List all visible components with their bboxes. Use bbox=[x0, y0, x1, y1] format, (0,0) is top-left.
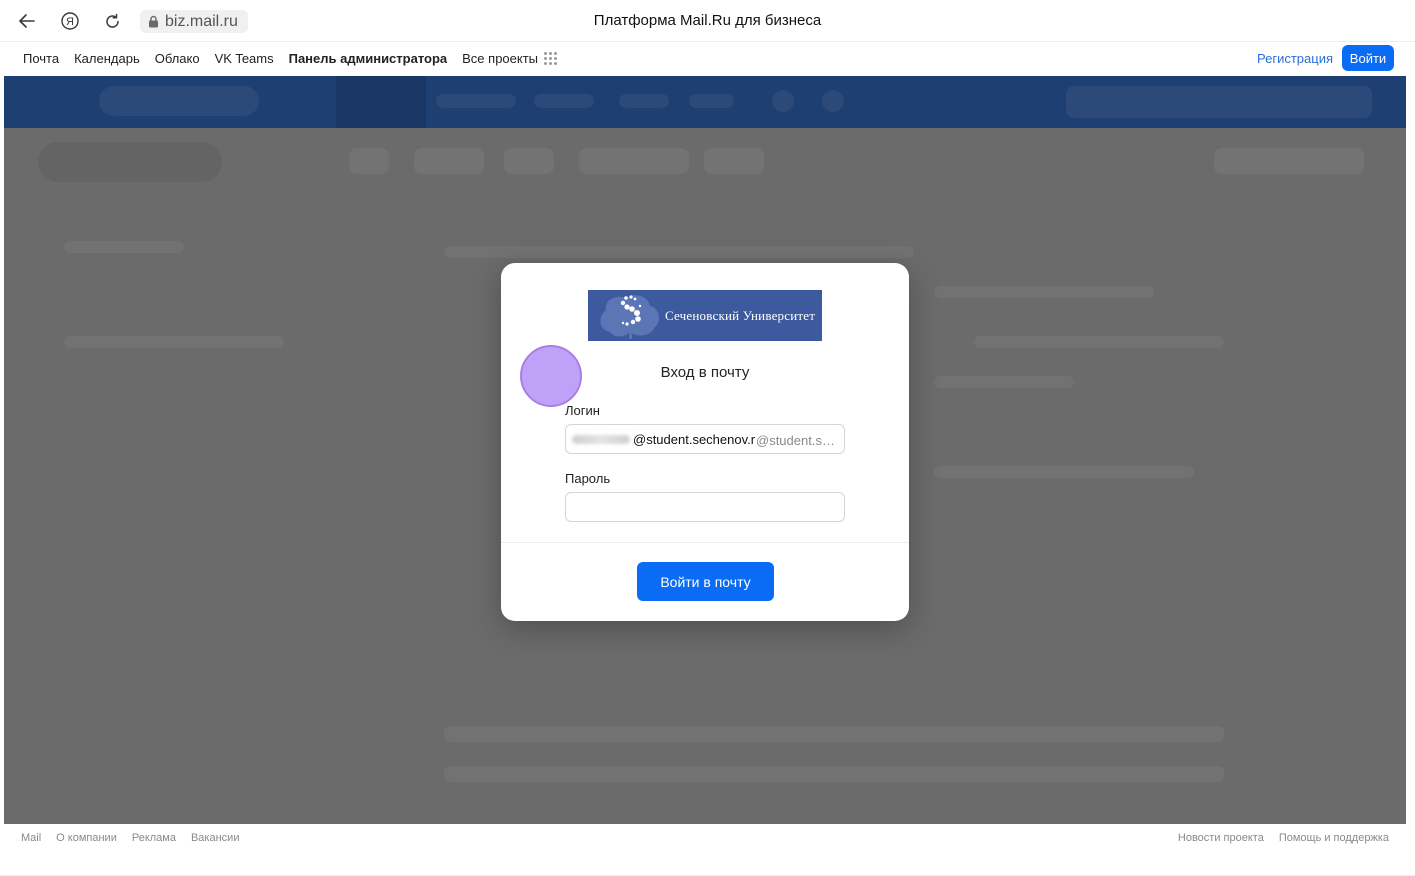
blurred-username bbox=[572, 435, 630, 444]
password-input[interactable] bbox=[565, 492, 845, 522]
password-label: Пароль bbox=[565, 471, 611, 486]
menu-item-mail[interactable]: Почта bbox=[23, 51, 59, 66]
blurred-toolbar-right bbox=[1214, 148, 1364, 174]
footer-link-news[interactable]: Новости проекта bbox=[1178, 832, 1264, 844]
blurred-icon bbox=[822, 90, 844, 112]
blurred-tab bbox=[689, 94, 734, 108]
blurred-list-line bbox=[934, 286, 1154, 298]
register-link[interactable]: Регистрация bbox=[1257, 51, 1333, 66]
footer-link-mail[interactable]: Mail bbox=[21, 832, 41, 844]
menu-item-all-projects[interactable]: Все проекты bbox=[462, 51, 558, 66]
login-input[interactable]: @student.sechenov.r @student.sechenov.ru bbox=[565, 424, 845, 454]
browser-toolbar: Я biz.mail.ru Платформа Mail.Ru для бизн… bbox=[0, 0, 1415, 42]
footer-link-help[interactable]: Помощь и поддержка bbox=[1279, 832, 1389, 844]
blurred-list-line bbox=[934, 376, 1074, 388]
menu-item-admin-panel[interactable]: Панель администратора bbox=[289, 51, 448, 66]
blurred-list-line bbox=[444, 726, 1224, 742]
menu-item-vk-teams[interactable]: VK Teams bbox=[215, 51, 274, 66]
blurred-toolbar-item bbox=[504, 148, 554, 174]
menu-item-cloud[interactable]: Облако bbox=[155, 51, 200, 66]
blurred-toolbar-item bbox=[414, 148, 484, 174]
blurred-toolbar-item bbox=[704, 148, 764, 174]
app-header-dimmed bbox=[4, 76, 1406, 128]
click-marker bbox=[520, 345, 582, 407]
tree-emblem-icon bbox=[600, 295, 659, 339]
blurred-active-tab bbox=[336, 76, 426, 128]
blurred-logo bbox=[99, 86, 259, 116]
all-projects-label: Все проекты bbox=[462, 51, 539, 66]
blurred-tab bbox=[436, 94, 516, 108]
blurred-list-line bbox=[934, 466, 1194, 478]
modal-divider bbox=[501, 542, 909, 543]
login-value: @student.sechenov.r bbox=[633, 432, 756, 447]
logo-text: Сеченовский Университет bbox=[665, 308, 816, 323]
blurred-list-line bbox=[444, 246, 914, 258]
blurred-toolbar-item bbox=[579, 148, 689, 174]
menu-item-calendar[interactable]: Календарь bbox=[74, 51, 140, 66]
blurred-toolbar-item bbox=[349, 148, 389, 174]
blurred-tab bbox=[534, 94, 594, 108]
portal-menu: Почта Календарь Облако VK Teams Панель а… bbox=[0, 42, 1415, 76]
university-logo: Сеченовский Университет bbox=[588, 290, 822, 341]
blurred-sidebar-line bbox=[64, 336, 284, 348]
login-label: Логин bbox=[565, 403, 600, 418]
blurred-list-line bbox=[974, 336, 1224, 348]
apps-grid-icon bbox=[544, 52, 558, 66]
footer-link-jobs[interactable]: Вакансии bbox=[191, 832, 240, 844]
submit-login-button[interactable]: Войти в почту bbox=[637, 562, 774, 601]
page-footer: Mail О компании Реклама Вакансии Новости… bbox=[0, 824, 1415, 876]
login-modal: Сеченовский Университет Вход в почту Лог… bbox=[501, 263, 909, 621]
blurred-compose-button bbox=[38, 142, 222, 182]
footer-link-about[interactable]: О компании bbox=[56, 832, 117, 844]
page-title: Платформа Mail.Ru для бизнеса bbox=[593, 12, 822, 29]
blurred-search bbox=[1066, 86, 1372, 118]
blurred-tab bbox=[619, 94, 669, 108]
footer-link-ads[interactable]: Реклама bbox=[132, 832, 176, 844]
blurred-sidebar-line bbox=[64, 241, 184, 253]
login-button[interactable]: Войти bbox=[1342, 45, 1394, 71]
blurred-list-line bbox=[444, 766, 1224, 782]
blurred-icon bbox=[772, 90, 794, 112]
login-domain-hint: @student.sechenov.ru bbox=[756, 433, 836, 448]
